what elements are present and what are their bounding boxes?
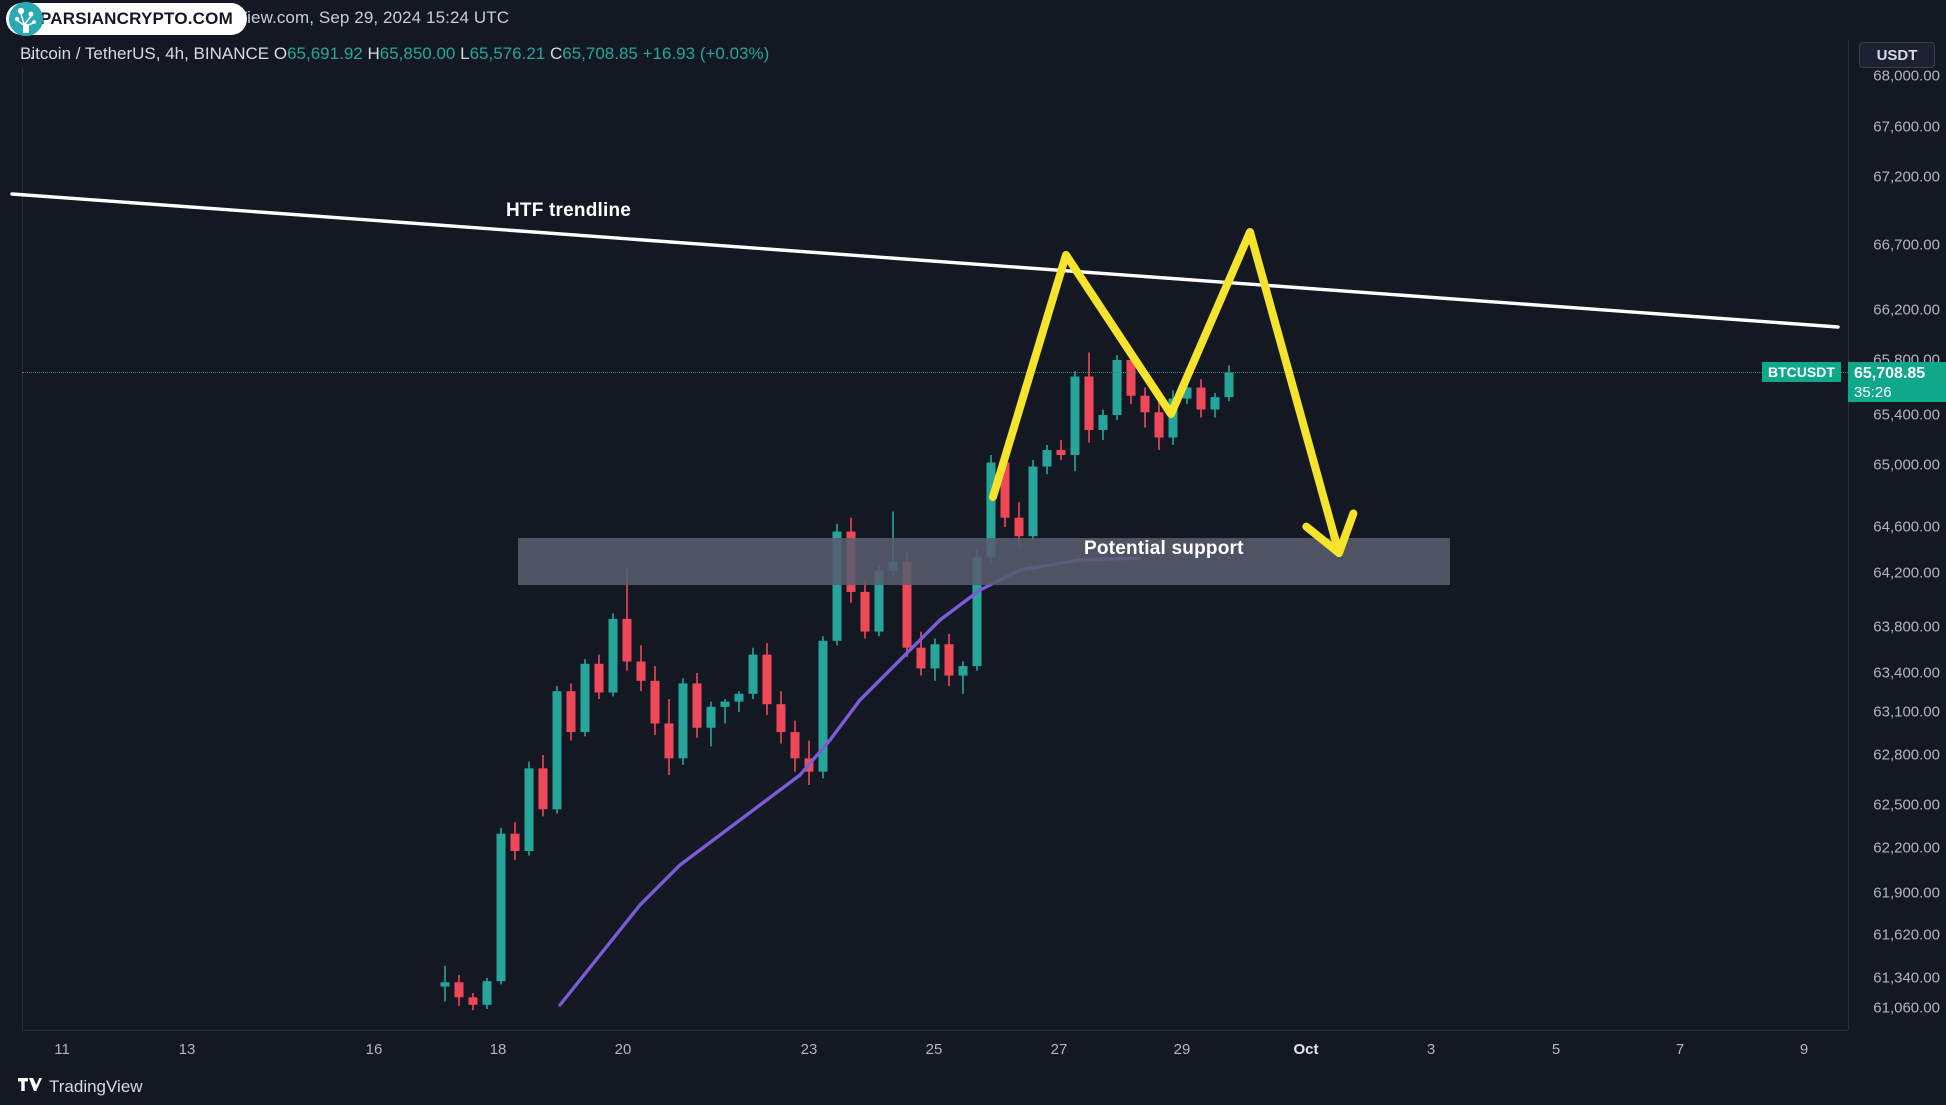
current-price-badge[interactable]: 65,708.85 35:26 <box>1848 362 1946 402</box>
price-tick: 66,700.00 <box>1873 236 1940 254</box>
chart-legend[interactable]: Bitcoin / TetherUS, 4h, BINANCE O65,691.… <box>20 44 769 64</box>
legend-low-label: L <box>460 44 470 63</box>
price-tick: 62,800.00 <box>1873 746 1940 764</box>
price-tick: 64,200.00 <box>1873 564 1940 582</box>
price-tick: 63,100.00 <box>1873 703 1940 721</box>
potential-support-label[interactable]: Potential support <box>1084 538 1244 560</box>
time-tick: 5 <box>1551 1041 1561 1058</box>
legend-high-label: H <box>367 44 380 63</box>
price-tick: 68,000.00 <box>1873 67 1940 85</box>
time-tick: 23 <box>800 1041 818 1058</box>
moving-average-line <box>558 556 1142 1007</box>
price-tick: 61,340.00 <box>1873 969 1940 987</box>
legend-change: +16.93 (+0.03%) <box>642 44 770 63</box>
price-tick: 65,000.00 <box>1873 456 1940 474</box>
tradingview-chart-screenshot: View.com, Sep 29, 2024 15:24 UTC PARSIAN… <box>0 0 1946 1105</box>
currency-unit-button[interactable]: USDT <box>1859 42 1935 68</box>
legend-close-label: C <box>549 44 563 63</box>
time-tick: 9 <box>1799 1041 1809 1058</box>
time-tick: 11 <box>54 1041 70 1058</box>
price-tick: 61,900.00 <box>1873 884 1940 902</box>
time-tick: 3 <box>1426 1041 1436 1058</box>
symbol-badge: BTCUSDT <box>1762 362 1841 382</box>
current-price-line <box>22 372 1848 373</box>
price-tick: 61,620.00 <box>1873 926 1940 944</box>
time-tick: 18 <box>489 1041 507 1058</box>
legend-high-value: 65,850.00 <box>379 44 456 63</box>
time-tick: 29 <box>1173 1041 1191 1058</box>
tradingview-footer[interactable]: TradingView <box>18 1076 143 1098</box>
current-price-value: 65,708.85 <box>1854 365 1926 382</box>
time-tick: 27 <box>1050 1041 1068 1058</box>
legend-close-value: 65,708.85 <box>562 44 638 63</box>
price-tick: 66,200.00 <box>1873 301 1940 319</box>
time-tick: 16 <box>365 1041 383 1058</box>
legend-low-value: 65,576.21 <box>469 44 546 63</box>
top-bar: View.com, Sep 29, 2024 15:24 UTC PARSIAN… <box>0 0 1946 40</box>
price-tick: 62,200.00 <box>1873 839 1940 857</box>
price-tick: 65,400.00 <box>1873 406 1940 424</box>
parsian-logo-icon <box>9 2 43 36</box>
time-tick: 13 <box>178 1041 196 1058</box>
chart-source-timestamp: View.com, Sep 29, 2024 15:24 UTC <box>236 8 510 27</box>
tradingview-brand-text: TradingView <box>49 1077 143 1096</box>
legend-open-value: 65,691.92 <box>287 44 363 63</box>
chart-pane[interactable] <box>22 68 1848 1030</box>
time-tick: 25 <box>925 1041 943 1058</box>
tradingview-logo-icon <box>18 1076 42 1098</box>
bar-countdown: 35:26 <box>1854 384 1892 401</box>
price-tick: 63,800.00 <box>1873 618 1940 636</box>
price-axis[interactable]: 68,000.00 67,600.00 67,200.00 66,700.00 66,2… <box>1848 40 1946 1030</box>
price-tick: 63,400.00 <box>1873 664 1940 682</box>
price-tick: 61,060.00 <box>1873 999 1940 1017</box>
site-watermark: PARSIANCRYPTO.COM <box>6 2 247 36</box>
price-tick: 64,600.00 <box>1873 518 1940 536</box>
legend-open-label: O <box>273 44 288 63</box>
price-tick: 67,600.00 <box>1873 118 1940 136</box>
price-tick: 62,500.00 <box>1873 796 1940 814</box>
watermark-text: PARSIANCRYPTO.COM <box>40 9 233 28</box>
time-tick: 20 <box>614 1041 632 1058</box>
time-tick: 7 <box>1675 1041 1685 1058</box>
htf-trendline-label[interactable]: HTF trendline <box>506 200 631 222</box>
legend-symbol[interactable]: Bitcoin / TetherUS, 4h, BINANCE <box>20 44 269 63</box>
time-tick: Oct <box>1293 1041 1319 1058</box>
time-axis[interactable]: 11 13 16 18 20 23 25 27 29 Oct 3 5 7 9 <box>22 1030 1848 1070</box>
ma-polyline <box>558 556 1142 1007</box>
price-tick: 67,200.00 <box>1873 168 1940 186</box>
legend-more-button[interactable]: ... <box>20 44 34 64</box>
